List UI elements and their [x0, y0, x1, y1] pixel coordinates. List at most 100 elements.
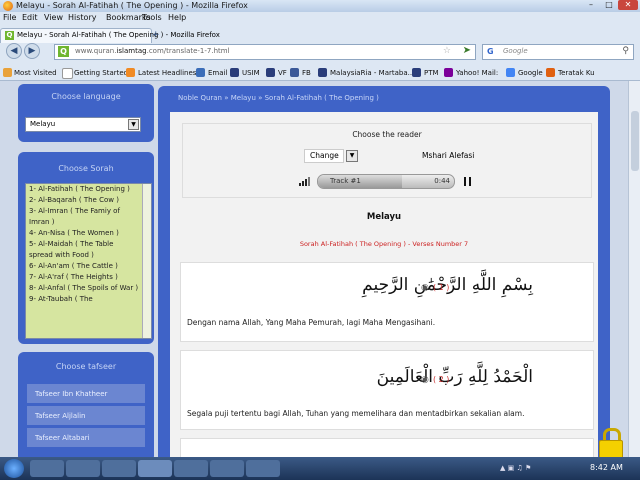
- sorah-item[interactable]: Imran ): [26, 217, 151, 228]
- tab-title: Melayu - Sorah Al-Fatihah ( The Opening …: [17, 31, 220, 39]
- lock-icon[interactable]: [598, 428, 623, 459]
- change-label: Change: [310, 151, 339, 160]
- facebook-icon: [290, 68, 299, 77]
- verse-translation: Segala puji tertentu bagi Allah, Tuhan y…: [187, 409, 525, 418]
- reader-heading: Choose the reader: [352, 130, 422, 139]
- tafseer-heading: Choose tafseer: [55, 362, 117, 371]
- taskbar-media-icon[interactable]: [102, 460, 136, 477]
- close-button[interactable]: ✕: [618, 0, 638, 10]
- menu-edit[interactable]: Edit: [22, 13, 38, 22]
- bookmark-getting-started[interactable]: Getting Started: [74, 69, 128, 77]
- bookmark-yahoo-mail[interactable]: Yahoo! Mail:: [456, 69, 498, 77]
- title-bar: Melayu - Sorah Al-Fatihah ( The Opening …: [0, 0, 640, 12]
- forward-button[interactable]: ▶: [24, 43, 40, 59]
- bookmark-star-icon[interactable]: ☆: [443, 46, 451, 56]
- reader-selected: Mshari Alefasi: [422, 151, 475, 160]
- volume-icon[interactable]: [299, 174, 315, 186]
- sorah-list-scrollbar[interactable]: [142, 184, 151, 338]
- google-bookmark-icon: [506, 68, 515, 77]
- sorah-item[interactable]: 1- Al-Fatihah ( The Opening ): [26, 184, 151, 195]
- language-selected: Melayu: [30, 120, 56, 128]
- sorah-item[interactable]: 6- Al-An'am ( The Cattle ): [26, 261, 151, 272]
- system-tray[interactable]: ▲ ▣ ♫ ⚑: [500, 464, 580, 474]
- sorah-item[interactable]: 8- Al-Anfal ( The Spoils of War ): [26, 283, 151, 294]
- bookmark-usim[interactable]: USIM: [242, 69, 260, 77]
- rss-icon: [126, 68, 135, 77]
- page-scrollbar[interactable]: [628, 81, 640, 457]
- menu-tools[interactable]: Tools: [142, 13, 162, 22]
- bookmark-most-visited[interactable]: Most Visited: [14, 69, 57, 77]
- reader-dropdown[interactable]: ▼: [346, 150, 358, 162]
- scrollbar-thumb[interactable]: [631, 111, 639, 171]
- minimize-button[interactable]: –: [582, 0, 600, 10]
- maximize-button[interactable]: □: [600, 0, 618, 10]
- tafseer-item[interactable]: Tafseer Ibn Khatheer: [27, 384, 145, 404]
- chevron-down-icon: ▼: [128, 119, 139, 130]
- menu-file[interactable]: File: [3, 13, 16, 22]
- yahoo-icon: [444, 68, 453, 77]
- track-time: 0:44: [434, 177, 450, 185]
- track-label: Track #1: [330, 177, 361, 185]
- menu-history[interactable]: History: [68, 13, 96, 22]
- tafseer-item[interactable]: Tafseer Altabari: [27, 428, 145, 448]
- breadcrumb[interactable]: Noble Quran » Melayu » Sorah Al-Fatihah …: [178, 94, 379, 102]
- site-identity-icon: Q: [58, 46, 69, 57]
- bookmark-latest-headlines[interactable]: Latest Headlines: [138, 69, 196, 77]
- taskbar-app-icon[interactable]: [210, 460, 244, 477]
- page-icon: [62, 68, 73, 79]
- taskbar-explorer-icon[interactable]: [66, 460, 100, 477]
- bookmark-email[interactable]: Email: [208, 69, 227, 77]
- taskbar: ▲ ▣ ♫ ⚑: [0, 457, 640, 480]
- taskbar-ie-icon[interactable]: [30, 460, 64, 477]
- audio-progress[interactable]: Track #1 0:44: [317, 174, 455, 189]
- address-url: www.quran.islamtag.com/translate-1-7.htm…: [75, 47, 230, 55]
- search-placeholder: Google: [503, 47, 528, 55]
- site-favicon-icon: Q: [5, 31, 14, 40]
- address-bar[interactable]: Q www.quran.islamtag.com/translate-1-7.h…: [54, 44, 476, 60]
- play-verse-icon[interactable]: ◉: [421, 375, 429, 385]
- tafseer-item[interactable]: Tafseer Aljlalin: [27, 406, 145, 426]
- sorah-item[interactable]: 7- Al-A'raf ( The Heights ): [26, 272, 151, 283]
- bookmark-fb[interactable]: FB: [302, 69, 311, 77]
- sorah-item[interactable]: 3- Al-Imran ( The Famiy of: [26, 206, 151, 217]
- sorah-item[interactable]: 9- At-Taubah ( The: [26, 294, 151, 305]
- vf-icon: [266, 68, 275, 77]
- google-icon: G: [487, 47, 494, 56]
- email-icon: [196, 68, 205, 77]
- change-button[interactable]: Change: [304, 149, 344, 163]
- bookmark-malaysiaria[interactable]: MalaysiaRia - Martaba...: [330, 69, 414, 77]
- sorah-list[interactable]: 1- Al-Fatihah ( The Opening ) 2- Al-Baqa…: [25, 183, 152, 339]
- browser-tab[interactable]: Q Melayu - Sorah Al-Fatihah ( The Openin…: [0, 28, 220, 43]
- sorah-heading: Choose Sorah: [58, 164, 114, 173]
- search-icon[interactable]: ⚲: [622, 46, 629, 56]
- taskbar-clock[interactable]: 8:42 AM: [590, 463, 623, 472]
- verse-card: الْحَمْدُ لِلَّهِ رَبِّ الْعَالَمِينَ ( …: [180, 350, 594, 430]
- search-box[interactable]: G Google ⚲: [482, 44, 634, 60]
- menu-bar: File Edit View History Bookmarks Tools H…: [0, 12, 640, 24]
- reader-panel: Choose the reader Change ▼ Mshari Alefas…: [182, 123, 592, 198]
- bookmark-ptm[interactable]: PTM: [424, 69, 439, 77]
- bookmark-teratak-ku[interactable]: Teratak Ku: [558, 69, 595, 77]
- sorah-item[interactable]: 4- An-Nisa ( The Women ): [26, 228, 151, 239]
- start-button[interactable]: [4, 459, 24, 478]
- bookmark-vf[interactable]: VF: [278, 69, 287, 77]
- language-select[interactable]: Melayu ▼: [25, 117, 141, 132]
- play-verse-icon[interactable]: ◉: [421, 283, 429, 293]
- taskbar-firefox-icon[interactable]: [138, 460, 172, 477]
- back-button[interactable]: ◀: [6, 43, 22, 59]
- tafseer-list: Tafseer Ibn Khatheer Tafseer Aljlalin Ta…: [27, 384, 145, 454]
- menu-view[interactable]: View: [44, 13, 63, 22]
- menu-help[interactable]: Help: [168, 13, 186, 22]
- bookmark-google[interactable]: Google: [518, 69, 543, 77]
- verse-translation: Dengan nama Allah, Yang Maha Pemurah, la…: [187, 318, 436, 327]
- taskbar-app-icon[interactable]: [174, 460, 208, 477]
- taskbar-app-icon[interactable]: [246, 460, 280, 477]
- ptm-icon: [412, 68, 421, 77]
- sorah-item[interactable]: 5- Al-Maidah ( The Table: [26, 239, 151, 250]
- language-panel: Choose language: [18, 84, 154, 142]
- sorah-item[interactable]: spread with Food ): [26, 250, 151, 261]
- go-icon[interactable]: ➤: [463, 45, 471, 56]
- new-tab-button[interactable]: +: [152, 30, 164, 40]
- pause-icon[interactable]: [464, 177, 472, 186]
- sorah-item[interactable]: 2- Al-Baqarah ( The Cow ): [26, 195, 151, 206]
